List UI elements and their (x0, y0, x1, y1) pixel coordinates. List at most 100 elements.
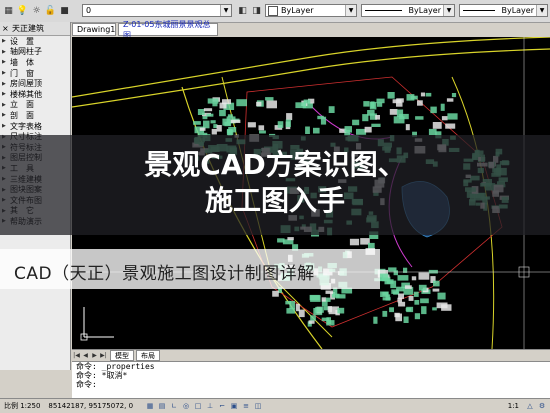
building-block (349, 238, 360, 246)
building-block (285, 119, 291, 128)
quick-properties-icon[interactable]: ◫ (253, 401, 263, 411)
building-block (286, 308, 295, 314)
color-square-icon[interactable]: ■ (58, 4, 71, 17)
dyn-icon[interactable]: ▣ (229, 401, 239, 411)
building-block (203, 108, 213, 112)
layer-manager-icon[interactable]: ▦ (2, 4, 15, 17)
sun-icon[interactable]: ☼ (30, 4, 43, 17)
palette-item[interactable]: ▶ 楼梯其他 (0, 89, 70, 100)
building-block (406, 306, 414, 313)
building-block (414, 300, 420, 305)
command-prompt[interactable]: 命令: (72, 380, 550, 389)
building-block (211, 128, 217, 135)
otrack-icon[interactable]: ⊥ (205, 401, 215, 411)
palette-item[interactable]: ▶ 墙 体 (0, 57, 70, 68)
building-block (420, 92, 425, 97)
tab-label: Drawing1 (77, 25, 116, 34)
command-window[interactable]: 命令: _properties 命令: *取消* 命令: (72, 361, 550, 398)
lineweight-preview (463, 10, 496, 11)
palette-item[interactable]: ▶ 设 置 (0, 36, 70, 47)
annotation-visibility-icon[interactable]: △ (525, 401, 535, 411)
palette-item-label: 墙 体 (10, 57, 34, 67)
tab-layout[interactable]: 布局 (136, 350, 160, 361)
palette-item[interactable]: ▶ 文字表格 (0, 121, 70, 132)
annotation-scale[interactable]: 1:1 (504, 402, 523, 410)
command-history-line: 命令: *取消* (76, 371, 128, 380)
building-block (396, 109, 404, 118)
chevron-down-icon: ▼ (220, 5, 231, 16)
palette-item[interactable]: ▶ 门 窗 (0, 68, 70, 79)
expand-arrow-icon: ▶ (2, 48, 6, 55)
tab-model[interactable]: 模型 (110, 350, 134, 361)
chevron-down-icon: ▼ (536, 5, 547, 16)
lock-icon[interactable]: 🔓 (44, 4, 57, 17)
layer-icons: ▦ 💡 ☼ 🔓 ■ (2, 4, 71, 17)
building-block (363, 101, 370, 107)
scale-readout[interactable]: 比例 1:250 (0, 401, 44, 411)
linetype-dropdown[interactable]: ByLayer ▼ (361, 4, 455, 17)
building-block (266, 100, 277, 109)
lineweight-icon[interactable]: ≡ (241, 401, 251, 411)
building-block (398, 301, 406, 307)
layer-state-icon[interactable]: ◧ (236, 4, 249, 17)
building-block (219, 102, 227, 109)
building-block (395, 313, 402, 322)
lightbulb-icon[interactable]: 💡 (16, 4, 29, 17)
building-block (236, 99, 247, 107)
next-tab-icon[interactable]: ▶ (90, 351, 99, 360)
building-block (356, 128, 367, 135)
status-toggle-icons: ▦ ▤ ∟ ◎ □ ⊥ ⌐ ▣ ≡ ◫ (145, 401, 263, 411)
building-block (413, 291, 419, 297)
ducs-icon[interactable]: ⌐ (217, 401, 227, 411)
building-block (317, 115, 324, 120)
building-block (375, 115, 380, 120)
tab-active-drawing[interactable]: Z-01-05东城丽景景观总图 (118, 20, 218, 40)
building-block (405, 124, 410, 131)
building-block (382, 277, 390, 282)
palette-item[interactable]: ▶ 立 面 (0, 100, 70, 111)
building-block (392, 99, 402, 104)
last-tab-icon[interactable]: ▶| (99, 351, 108, 360)
building-block (207, 98, 219, 104)
building-block (432, 122, 442, 129)
expand-arrow-icon: ▶ (2, 112, 6, 119)
polar-icon[interactable]: ◎ (181, 401, 191, 411)
palette-item[interactable]: ▶ 剖 面 (0, 110, 70, 121)
building-block (286, 113, 293, 121)
osnap-icon[interactable]: □ (193, 401, 203, 411)
ortho-icon[interactable]: ∟ (169, 401, 179, 411)
building-block (404, 285, 412, 289)
building-block (445, 123, 456, 129)
lineweight-dropdown[interactable]: ByLayer ▼ (459, 4, 548, 17)
workspace-icon[interactable]: ⚙ (537, 401, 547, 411)
close-icon[interactable]: × (2, 24, 10, 33)
color-dropdown[interactable]: ByLayer ▼ (265, 4, 357, 17)
palette-item[interactable]: ▶ 轴网柱子 (0, 47, 70, 58)
building-block (222, 118, 231, 126)
color-swatch (268, 5, 278, 16)
tab-drawing1[interactable]: Drawing1 (72, 23, 116, 36)
building-block (418, 272, 430, 280)
building-block (315, 306, 324, 313)
palette-item[interactable]: ▶ 房间屋顶 (0, 78, 70, 89)
layer-previous-icon[interactable]: ◨ (250, 4, 263, 17)
building-block (388, 267, 397, 272)
expand-arrow-icon: ▶ (2, 123, 6, 130)
building-block (203, 120, 210, 129)
first-tab-icon[interactable]: |◀ (72, 351, 81, 360)
building-block (277, 238, 285, 243)
prev-tab-icon[interactable]: ◀ (81, 351, 90, 360)
building-block (398, 293, 404, 299)
building-block (440, 103, 445, 111)
building-block (364, 126, 372, 133)
overlay-subtitle: CAD（天正）景观施工图设计制图详解 (14, 264, 315, 284)
palette-title: 天正建筑 (12, 24, 44, 33)
snap-icon[interactable]: ▦ (145, 401, 155, 411)
building-block (387, 92, 395, 99)
grid-icon[interactable]: ▤ (157, 401, 167, 411)
expand-arrow-icon: ▶ (2, 101, 6, 108)
palette-title-bar[interactable]: × 天正建筑 (0, 22, 70, 36)
layer-dropdown[interactable]: 0 ▼ (82, 4, 232, 17)
coordinate-readout: 85142187, 95175072, 0 (48, 402, 134, 410)
building-block (277, 121, 284, 128)
